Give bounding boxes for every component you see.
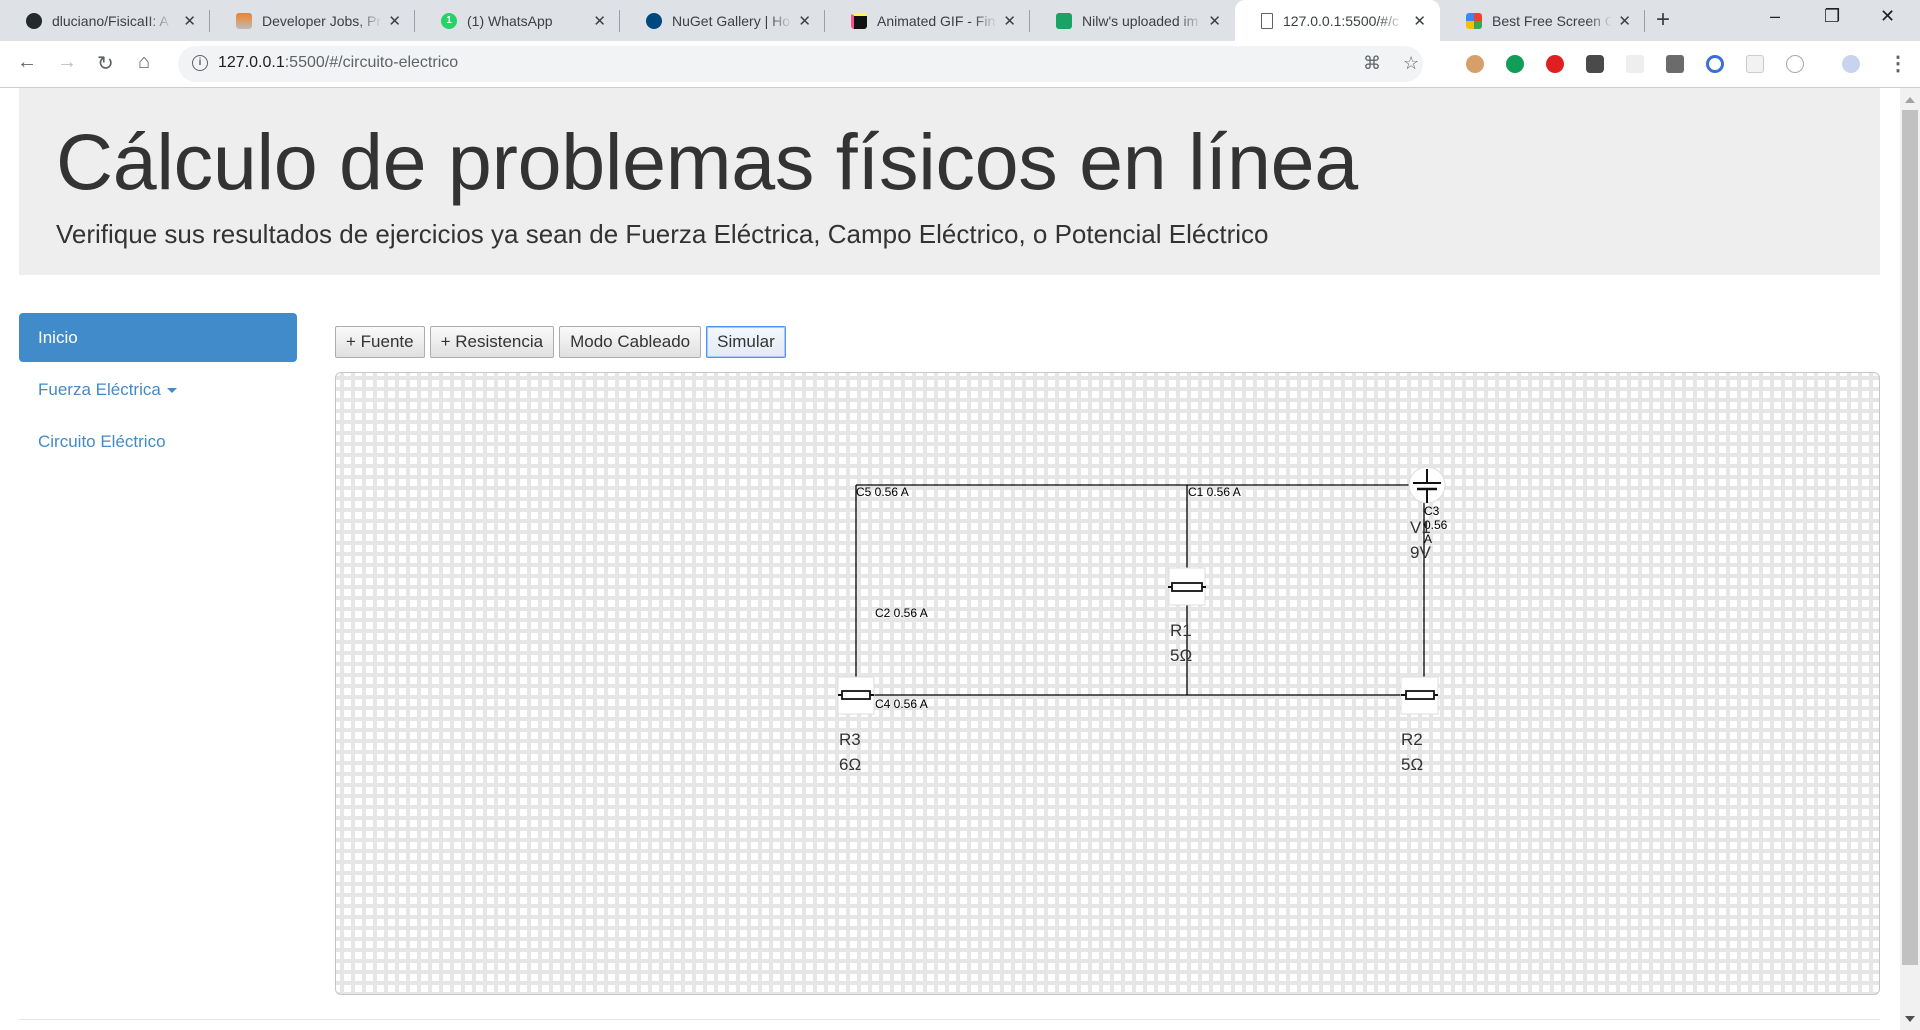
add-source-button[interactable]: + Fuente <box>335 326 425 358</box>
back-icon[interactable]: ← <box>17 51 37 74</box>
profile-avatar[interactable] <box>1842 55 1860 73</box>
caret-down-icon <box>166 388 177 394</box>
resistor-r2[interactable] <box>1400 676 1439 715</box>
home-icon[interactable]: ⌂ <box>138 51 150 74</box>
close-tab-icon[interactable]: ✕ <box>593 12 606 30</box>
circuit-diagram: C5 0.56 A C1 0.56 A C2 0.56 A C4 0.56 A … <box>335 372 1880 995</box>
page-header: Cálculo de problemas físicos en línea Ve… <box>19 88 1880 275</box>
page-title: Cálculo de problemas físicos en línea <box>56 117 1358 206</box>
resistor-r2-label: R2 5Ω <box>1401 730 1424 774</box>
current-label-c4: C4 0.56 A <box>875 697 928 711</box>
footer-divider <box>19 1019 1880 1020</box>
extension-block-icon[interactable] <box>1706 55 1724 73</box>
browser-tab[interactable]: dluciano/FisicaII: A ✕ <box>0 0 210 41</box>
sidebar-item-inicio[interactable]: Inicio <box>19 313 297 362</box>
add-resistor-button[interactable]: + Resistencia <box>429 326 555 358</box>
sidebar-nav: Inicio Fuerza Eléctrica Circuito Eléctri… <box>19 313 297 469</box>
menu-icon[interactable]: ⋮ <box>1888 51 1908 76</box>
current-label-c2: C2 0.56 A <box>875 606 928 620</box>
address-bar-area: ← → ↻ ⌂ i 127.0.0.1:5500/#/circuito-elec… <box>0 41 1920 88</box>
browser-tab[interactable]: NuGet Gallery | Ho ✕ <box>620 0 825 41</box>
extension-json-icon[interactable] <box>1786 55 1804 73</box>
browser-tab[interactable]: Developer Jobs, Pr ✕ <box>210 0 415 41</box>
screen-capture-icon <box>1466 12 1482 29</box>
image-upload-icon <box>1056 12 1072 29</box>
close-tab-icon[interactable]: ✕ <box>1413 12 1426 30</box>
close-tab-icon[interactable]: ✕ <box>1003 12 1016 30</box>
stackoverflow-icon <box>236 12 252 29</box>
resistor-r1[interactable] <box>1168 567 1206 606</box>
page-scrollbar[interactable] <box>1900 88 1920 1030</box>
nuget-icon <box>646 12 662 29</box>
extension-adblock-icon[interactable] <box>1546 55 1564 73</box>
close-tab-icon[interactable]: ✕ <box>1618 12 1631 30</box>
gif-icon <box>851 12 867 29</box>
browser-tab-strip: dluciano/FisicaII: A ✕ Developer Jobs, P… <box>0 0 1920 41</box>
minimize-button[interactable]: – <box>1770 6 1780 27</box>
extension-angular-icon[interactable] <box>1666 55 1684 73</box>
sidebar-item-circuito-electrico[interactable]: Circuito Eléctrico <box>19 417 297 466</box>
circuit-toolbar: + Fuente + Resistencia Modo Cableado Sim… <box>335 326 786 358</box>
current-label-c5: C5 0.56 A <box>856 485 909 499</box>
wiring-mode-button[interactable]: Modo Cableado <box>559 326 702 358</box>
simulate-button[interactable]: Simular <box>706 326 786 358</box>
reload-icon[interactable]: ↻ <box>97 51 114 76</box>
scroll-up-arrow[interactable] <box>1905 97 1915 103</box>
extension-hangouts-icon[interactable] <box>1506 55 1524 73</box>
close-tab-icon[interactable]: ✕ <box>798 12 811 30</box>
extension-icon[interactable] <box>1466 55 1484 73</box>
forward-icon[interactable]: → <box>57 51 77 74</box>
extension-icon[interactable] <box>1746 55 1764 73</box>
resistor-r1-label: R1 5Ω <box>1170 621 1193 665</box>
close-tab-icon[interactable]: ✕ <box>388 12 401 30</box>
circuit-wires <box>837 466 1446 715</box>
extension-icon[interactable] <box>1626 55 1644 73</box>
info-icon[interactable]: i <box>192 55 208 71</box>
voltage-source-v1[interactable] <box>1408 466 1446 504</box>
resistor-r3-label: R3 6Ω <box>839 730 862 774</box>
scroll-down-arrow[interactable] <box>1905 1016 1915 1022</box>
browser-tab[interactable]: Animated GIF - Fin ✕ <box>825 0 1030 41</box>
resistor-r3[interactable] <box>837 676 875 715</box>
source-label: V1 9V <box>1410 518 1431 562</box>
current-label-c1: C1 0.56 A <box>1188 485 1241 499</box>
url-input[interactable]: i 127.0.0.1:5500/#/circuito-electrico ⌘ … <box>178 46 1423 82</box>
page-subtitle: Verifique sus resultados de ejercicios y… <box>56 219 1269 249</box>
close-window-button[interactable]: ✕ <box>1880 6 1895 27</box>
whatsapp-icon: 1 <box>441 12 457 29</box>
browser-tab[interactable]: 1 (1) WhatsApp ✕ <box>415 0 620 41</box>
extension-pocket-icon[interactable] <box>1586 55 1604 73</box>
browser-tab-active[interactable]: 127.0.0.1:5500/#/c ✕ <box>1235 0 1440 41</box>
page-icon <box>1261 12 1273 29</box>
maximize-button[interactable]: ❐ <box>1824 6 1840 27</box>
close-tab-icon[interactable]: ✕ <box>1208 12 1221 30</box>
github-icon <box>26 12 42 29</box>
sidebar-item-fuerza-electrica[interactable]: Fuerza Eléctrica <box>19 365 297 414</box>
new-tab-button[interactable]: + <box>1656 6 1670 34</box>
translate-icon[interactable]: ⌘ <box>1363 53 1381 74</box>
bookmark-star-icon[interactable]: ☆ <box>1403 53 1419 74</box>
scrollbar-thumb[interactable] <box>1902 110 1918 965</box>
browser-tab[interactable]: Best Free Screen C ✕ <box>1440 0 1645 41</box>
browser-tab[interactable]: Nilw's uploaded im ✕ <box>1030 0 1235 41</box>
close-tab-icon[interactable]: ✕ <box>183 12 196 30</box>
